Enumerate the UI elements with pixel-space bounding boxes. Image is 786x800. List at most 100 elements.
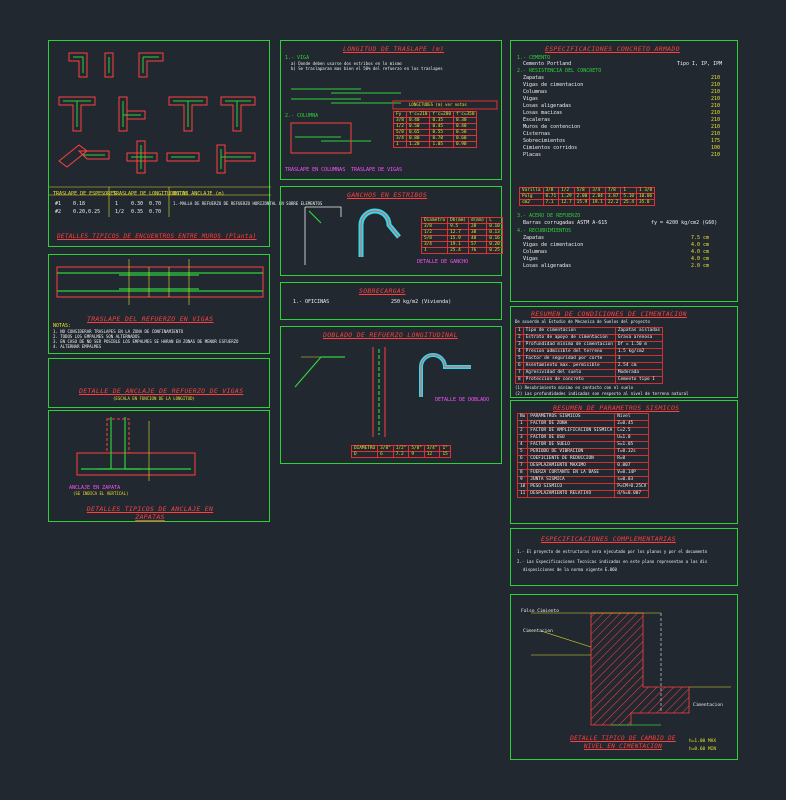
cim-v: Df = 1.50 m xyxy=(614,341,664,349)
muros-table-h2: TRASLAPE DE LONGITUDES DE ANCLAJE (m) xyxy=(113,191,225,197)
concreto-s3: 3.- ACERO DE REFUERZO xyxy=(517,213,581,219)
concreto-value: 210 xyxy=(711,75,721,81)
varilla-cell: 35.8 xyxy=(635,199,656,206)
nivel-label-right: Cimentacion xyxy=(693,703,723,708)
varilla-cell: 22.2 xyxy=(604,199,622,206)
sis-k: PESO SISMICO xyxy=(527,483,616,491)
muros-row2-e: 0.70 xyxy=(149,209,162,215)
cim-v: Cemento tipo I xyxy=(614,376,664,384)
traslape-table: Fy f'c=210 f'c=280 f'c=350 3/8 0.40 0.35 0.… xyxy=(393,111,478,148)
sis-n: 7 xyxy=(516,462,529,470)
cim-v: Zapatas aisladas xyxy=(614,327,664,335)
varilla-cell: 10.06 xyxy=(635,193,656,200)
sobrecargas-title: SOBRECARGAS xyxy=(359,287,406,295)
ganchos-cell: 0.25 xyxy=(486,247,503,254)
sis-v: V=0.14P xyxy=(614,469,650,477)
sis-k: PERIODO DE VIBRACION xyxy=(527,448,616,456)
doblado-cell: 15 xyxy=(439,451,451,458)
traslape-cell: 1.20 xyxy=(405,141,431,148)
cim-k: Profundidad minima de cimentacion xyxy=(522,341,616,349)
concreto-item: Losas macizas xyxy=(523,110,563,116)
sis-h: No xyxy=(516,413,529,421)
sis-n: 10 xyxy=(516,483,529,491)
sobrecargas-row: 1.- OFICINAS xyxy=(293,299,330,305)
sis-v: 0.007 xyxy=(614,462,650,470)
muros-row2-b: 0.20,0.25 xyxy=(73,209,101,215)
cim-k: Asentamiento max. permisible xyxy=(522,362,616,370)
rec-item: Vigas xyxy=(523,256,539,262)
concreto-item: Cisternas xyxy=(523,131,551,137)
panel-traslape-vigas: TRASLAPE DEL REFUERZO EN VIGAS NOTAS: 1.… xyxy=(48,254,270,354)
cim-n: 8 xyxy=(515,376,524,384)
doblado-cell: 12 xyxy=(423,451,441,458)
rec-value: 2.0 cm xyxy=(691,263,710,269)
cim-k: Tipo de cimentacion xyxy=(522,327,616,335)
sis-v: R=8 xyxy=(614,455,650,463)
sis-n: 8 xyxy=(516,469,529,477)
sis-v: P=CM+0.25CV xyxy=(614,483,650,491)
concreto-item: Columnas xyxy=(523,89,548,95)
panel-sobrecargas: SOBRECARGAS 1.- OFICINAS 250 kg/m2 (Vivi… xyxy=(280,282,502,320)
sis-k: JUNTA SISMICA xyxy=(527,476,616,484)
panel-anclaje-vigas: DETALLE DE ANCLAJE DE REFUERZO DE VIGAS … xyxy=(48,358,270,408)
doblado-h: 3/8" xyxy=(377,445,394,452)
ganchos-h: Diametro xyxy=(420,217,449,224)
varilla-cell: 2.84 xyxy=(589,193,606,200)
traslape-cell: 0.90 xyxy=(452,141,478,148)
sis-k: FACTOR DE USO xyxy=(527,434,616,442)
varilla-cell: 7.1 xyxy=(542,199,560,206)
sis-k: FUERZA CORTANTE EN LA BASE xyxy=(527,469,616,477)
traslape-col-280: f'c=280 xyxy=(429,111,454,118)
sis-n: 9 xyxy=(516,476,529,484)
sis-k: FACTOR DE SUELO xyxy=(527,441,616,449)
concreto-value: 210 xyxy=(711,96,721,102)
muros-drawing xyxy=(49,52,271,217)
traslape-cell: 1 xyxy=(393,141,407,148)
concreto-value: 210 xyxy=(711,131,721,137)
rec-item: Vigas de cimentacion xyxy=(523,242,584,248)
muros-row2-d: 0.35 xyxy=(131,209,144,215)
varilla-h: Varilla xyxy=(519,187,544,194)
cim-k: Proteccion de concreto xyxy=(522,376,616,384)
traslape-cell: 1.05 xyxy=(429,141,454,148)
panel-doblado-refuerzo: DOBLADO DE REFUERZO LONGITUDINAL DETALLE… xyxy=(280,326,502,464)
concreto-item: Vigas de cimentacion xyxy=(523,82,584,88)
zapatas-label-2: (SE INDICA EL VERTICAL) xyxy=(73,491,129,496)
cim-n: 6 xyxy=(515,362,524,370)
concreto-value: 210 xyxy=(711,152,721,158)
traslape-col-350: f'c=350 xyxy=(452,111,478,118)
sis-n: 3 xyxy=(516,434,529,442)
traslape-caption-left: TRASLAPE EN COLUMNAS xyxy=(285,167,346,173)
ganchos-cell: 0.13 xyxy=(486,229,503,236)
zapatas-title: DETALLES TIPICOS DE ANCLAJE EN ZAPATAS xyxy=(86,505,214,521)
panel-encuentros-muros: TRASLAPE DE ESPESORES TRASLAPE DE LONGIT… xyxy=(48,40,322,247)
rec-value: 4.0 cm xyxy=(691,256,710,262)
concreto-item: Cimientos corridos xyxy=(523,145,578,151)
cim-n: 5 xyxy=(515,355,524,363)
panel-concreto-armado: ESPECIFICACIONES CONCRETO ARMADO 1.- CEM… xyxy=(510,40,738,302)
nivel-note-2: h=0.60 MIN xyxy=(689,747,717,752)
muros-row2-a: #2 xyxy=(55,209,62,215)
sis-n: 6 xyxy=(516,455,529,463)
varilla-h: 1 3/8 xyxy=(635,187,656,194)
doblado-h: DIAMETRO xyxy=(350,445,379,452)
doblado-table: DIAMETRO 3/8" 1/2" 5/8" 3/4" 1" D 6 7.2 9 12 15 xyxy=(350,445,451,458)
panel-anclaje-zapatas: ANCLAJE EN ZAPATA (SE INDICA EL VERTICAL… xyxy=(48,410,270,522)
nivel-label-mid: Cimentacion xyxy=(523,629,553,634)
ganchos-h: d(mm) xyxy=(468,217,488,224)
traslape-caption-right: TRASLAPE DE VIGAS xyxy=(351,167,403,173)
concreto-item: Vigas xyxy=(523,96,539,102)
sis-n: 4 xyxy=(516,441,529,449)
sismicos-title: RESUMEN DE PARAMETROS SISMICOS xyxy=(553,404,680,412)
sismicos-table: No PARAMETROS SISMICOS Nivel 1 FACTOR DE ZO… xyxy=(516,413,650,498)
cimentacion-intro: De acuerdo al Estudio de Mecanica de Sue… xyxy=(515,319,650,324)
ganchos-cell: 25.4 xyxy=(447,247,470,254)
rec-item: Columnas xyxy=(523,249,548,255)
concreto-value: 210 xyxy=(711,117,721,123)
ganchos-cell: 0.10 xyxy=(486,223,503,230)
concreto-value: 210 xyxy=(711,82,721,88)
panel-cambio-nivel: Falso Cimiento Cimentacion Cimentacion D… xyxy=(510,594,738,760)
sis-n: 1 xyxy=(516,420,529,428)
concreto-value: 210 xyxy=(711,124,721,130)
sis-k: COEFICIENTE DE REDUCCION xyxy=(527,455,616,463)
